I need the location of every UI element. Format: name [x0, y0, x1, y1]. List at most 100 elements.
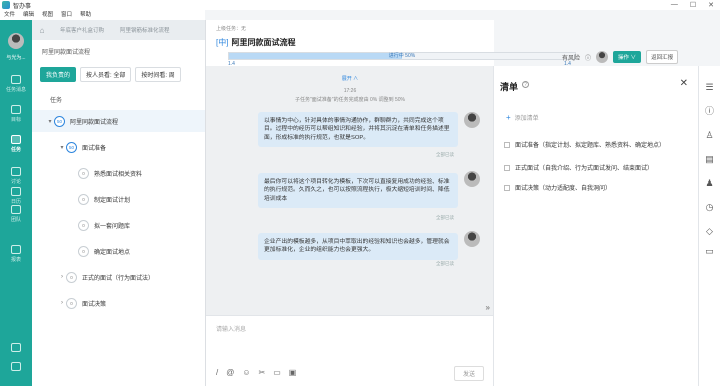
- progress-badge: 0: [78, 245, 89, 257]
- progress-badge: 50: [54, 115, 65, 127]
- tab-project-1[interactable]: 年底客户礼盒订购: [52, 26, 112, 34]
- user-share-icon[interactable]: ♙: [704, 130, 715, 141]
- member-filter[interactable]: 按人员看: 全部: [80, 67, 132, 82]
- info-icon[interactable]: ⓘ: [704, 106, 715, 117]
- progress-bar[interactable]: 进行中 50%: [228, 52, 576, 60]
- collapse-panel-button[interactable]: »: [486, 303, 490, 312]
- expand-history-link[interactable]: 展开 ∧: [206, 75, 494, 82]
- emoji-icon[interactable]: ☺: [242, 368, 250, 377]
- chat-panel: 上级任务：无 [中] 阿里同款面试流程 进行中 50% 1.4 1.4 展开 ∧ …: [205, 20, 576, 386]
- list-icon[interactable]: ☰: [704, 82, 715, 93]
- sidebar-item-discuss[interactable]: 讨论: [0, 167, 32, 185]
- clock-icon[interactable]: ◷: [704, 202, 715, 213]
- tab-project-2[interactable]: 阿里钢筋标准化流程: [112, 26, 178, 34]
- task-title[interactable]: [中] 阿里同款面试流程: [216, 37, 295, 48]
- task-row-label: 面试决策: [82, 301, 107, 308]
- priority-tag: [中]: [216, 38, 229, 47]
- time-filter[interactable]: 按时间看: 周: [135, 67, 181, 82]
- scissors-icon[interactable]: ✂: [259, 368, 266, 377]
- task-row-label: 阿里同款面试流程: [70, 119, 119, 126]
- progress-text: 进行中 50%: [388, 53, 416, 59]
- sidebar-item-tasks[interactable]: 任务: [0, 135, 32, 153]
- gear-icon: [11, 362, 21, 371]
- user-avatar[interactable]: [8, 33, 24, 49]
- folder-icon[interactable]: ▭: [273, 368, 281, 377]
- sender-avatar[interactable]: [464, 112, 480, 128]
- risk-label[interactable]: 有风险: [562, 53, 580, 62]
- add-checklist-button[interactable]: + 添加清单: [506, 113, 539, 122]
- progress-badge: 0: [66, 271, 77, 283]
- operate-button[interactable]: 操作 ∨: [613, 51, 642, 63]
- close-checklist-button[interactable]: ✕: [680, 78, 688, 89]
- checklist-item[interactable]: 正式面试（自我介绍、行为式面试发问、结束面试）: [504, 163, 653, 172]
- task-row[interactable]: ▾ 50 面试准备: [32, 136, 205, 158]
- person-icon[interactable]: ♟: [704, 178, 715, 189]
- task-row[interactable]: 0 拟一套问题库: [32, 214, 205, 236]
- my-responsible-button[interactable]: 我负责的: [40, 67, 77, 82]
- tag-icon[interactable]: ◇: [704, 226, 715, 237]
- checklist-item-label: 正式面试（自我介绍、行为式面试发问、结束面试）: [515, 166, 654, 172]
- chat-icon: [11, 167, 21, 176]
- task-row[interactable]: 0 确定面试地点: [32, 240, 205, 262]
- sidebar-item-goals[interactable]: 目标: [0, 105, 32, 123]
- assignee-avatar[interactable]: [596, 51, 609, 63]
- task-row[interactable]: › 0 面试决策: [32, 292, 205, 314]
- maximize-button[interactable]: ☐: [690, 1, 696, 9]
- document-check-icon[interactable]: ▤: [704, 154, 715, 165]
- checklist-item[interactable]: 面试准备（指定计划、拟定题库、熟悉资料、确定地点）: [504, 140, 665, 149]
- settings-button[interactable]: [0, 362, 32, 373]
- chat-message: 以事情为中心，针对具体的事情沟通协作，群聊群力，共同完成这个项目。过程中的经历可…: [258, 112, 458, 147]
- close-window-button[interactable]: ✕: [708, 1, 714, 9]
- add-user-icon: [11, 343, 21, 352]
- calendar-icon: [11, 187, 21, 196]
- menu-bar: 文件 编辑 视图 窗口 帮助: [0, 10, 205, 20]
- slash-command-icon[interactable]: /: [216, 368, 218, 377]
- sender-avatar[interactable]: [464, 231, 480, 247]
- progress-badge: 0: [66, 297, 77, 309]
- sidebar-item-reports[interactable]: 报表: [0, 245, 32, 263]
- home-icon[interactable]: ⌂: [32, 26, 52, 35]
- expand-arrow-icon[interactable]: ›: [58, 274, 66, 280]
- invite-button[interactable]: [0, 343, 32, 354]
- send-button[interactable]: 发送: [453, 366, 484, 381]
- title-bar: 智办事 — ☐ ✕: [0, 0, 720, 10]
- checklist-help-icon[interactable]: ?: [522, 81, 529, 88]
- folder-icon[interactable]: ▭: [704, 246, 715, 257]
- task-row[interactable]: › 0 正式的面试（行为面试法）: [32, 266, 205, 288]
- task-row[interactable]: 0 制定面试计划: [32, 188, 205, 210]
- task-row[interactable]: 0 熟悉面试相关资料: [32, 162, 205, 184]
- message-composer[interactable]: 请输入消息 / @ ☺ ✂ ▭ ▣ 发送: [206, 315, 494, 386]
- expand-arrow-icon[interactable]: ▾: [58, 144, 66, 151]
- sender-avatar[interactable]: [464, 171, 480, 187]
- user-name: 与光为...: [6, 55, 26, 61]
- checkbox[interactable]: [504, 164, 510, 171]
- checkbox[interactable]: [504, 141, 510, 148]
- sidebar-item-calendar[interactable]: 日历: [0, 187, 32, 205]
- sidebar-item-messages[interactable]: 任务消息: [0, 75, 32, 93]
- menu-view[interactable]: 视图: [42, 10, 53, 20]
- expand-arrow-icon[interactable]: ▾: [46, 118, 54, 125]
- progress-badge: 0: [78, 167, 89, 179]
- menu-window[interactable]: 窗口: [61, 10, 72, 20]
- checkbox[interactable]: [504, 184, 510, 191]
- chat-message: 最后你可以将这个项目转化为模板，下次可以直接复用成功的经验、标准的执行规范。久而…: [258, 173, 458, 208]
- minimize-button[interactable]: —: [671, 1, 678, 9]
- menu-edit[interactable]: 编辑: [23, 10, 34, 20]
- menu-help[interactable]: 帮助: [80, 10, 91, 20]
- expand-arrow-icon[interactable]: ›: [58, 300, 66, 306]
- back-report-button[interactable]: 返回汇报: [646, 50, 679, 64]
- app-name: 智办事: [13, 3, 32, 10]
- checklist-panel: 清单 ? ✕ + 添加清单 面试准备（指定计划、拟定题库、熟悉资料、确定地点） 正…: [493, 66, 698, 386]
- image-icon[interactable]: ▣: [289, 368, 297, 377]
- sidebar-item-team[interactable]: 团队: [0, 205, 32, 223]
- team-icon: [11, 205, 21, 214]
- help-icon[interactable]: ⓘ: [585, 53, 591, 62]
- mention-icon[interactable]: @: [226, 368, 234, 377]
- menu-file[interactable]: 文件: [4, 10, 15, 20]
- checklist-item[interactable]: 面试决策（动力适配度、自我洞问）: [504, 183, 611, 192]
- task-icon: [11, 135, 21, 144]
- messages-icon: [11, 75, 21, 84]
- task-row[interactable]: ▾ 50 阿里同款面试流程: [32, 110, 205, 132]
- progress-start-date: 1.4: [228, 61, 235, 67]
- project-title: 阿里同款面试流程: [42, 50, 91, 56]
